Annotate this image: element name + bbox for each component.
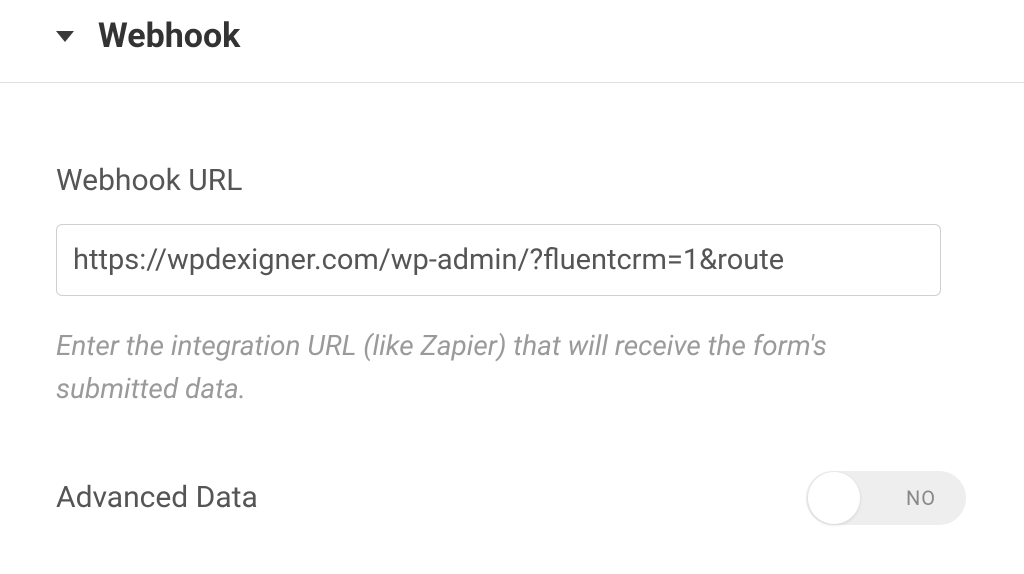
- advanced-data-label: Advanced Data: [56, 480, 258, 515]
- webhook-url-field-group: Webhook URL Enter the integration URL (l…: [56, 163, 968, 411]
- section-title: Webhook: [98, 16, 240, 56]
- webhook-url-input[interactable]: [56, 224, 941, 296]
- toggle-state-text: NO: [906, 486, 936, 510]
- webhook-url-label: Webhook URL: [56, 163, 968, 198]
- toggle-handle: [808, 472, 860, 524]
- content-area: Webhook URL Enter the integration URL (l…: [0, 83, 1024, 525]
- webhook-url-helper: Enter the integration URL (like Zapier) …: [56, 324, 936, 411]
- section-header: Webhook: [0, 0, 1024, 72]
- advanced-data-row: Advanced Data NO: [56, 471, 966, 525]
- advanced-data-toggle[interactable]: NO: [806, 471, 966, 525]
- caret-down-icon[interactable]: [56, 31, 74, 42]
